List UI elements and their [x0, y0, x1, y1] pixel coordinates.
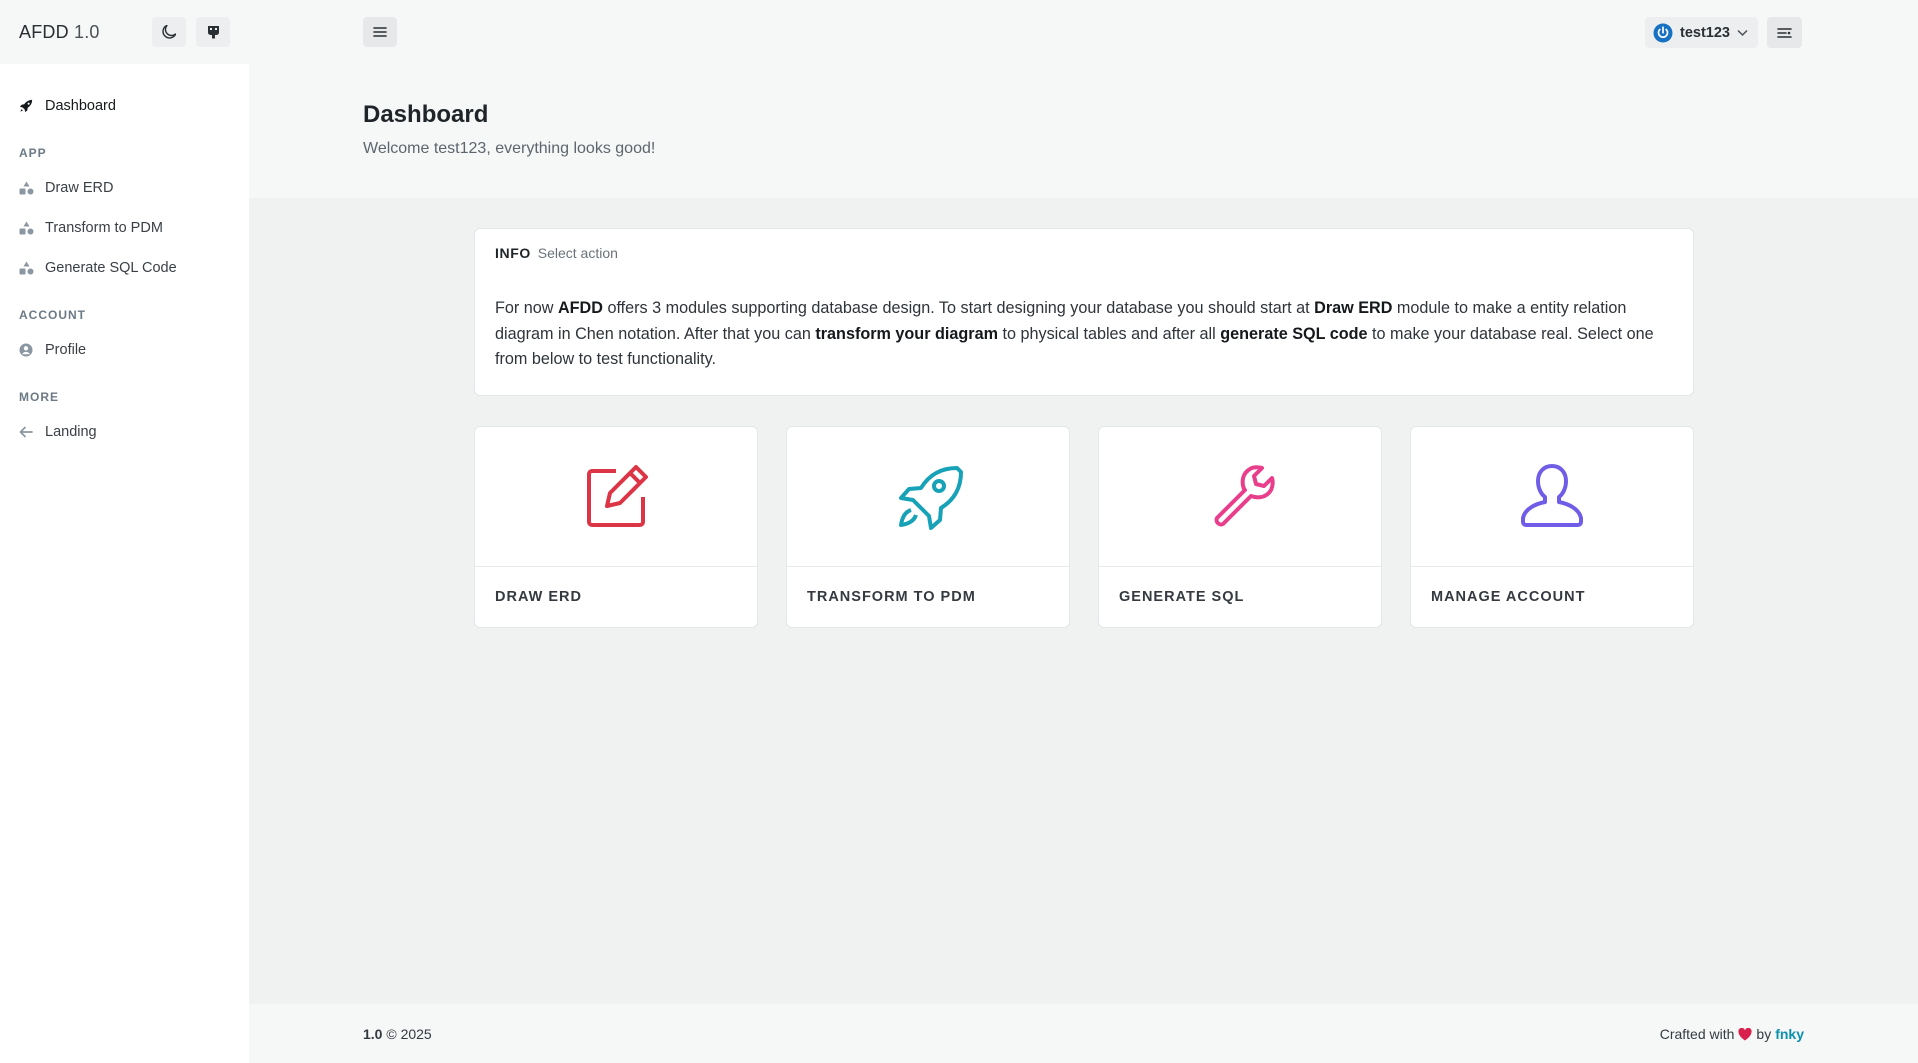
- rocket-icon: [19, 99, 45, 113]
- topbar: test123: [249, 0, 1918, 64]
- info-header: INFO Select action: [495, 245, 618, 261]
- info-text-part: For now: [495, 299, 558, 317]
- shapes-icon: [19, 261, 45, 275]
- user-menu-button[interactable]: test123: [1645, 17, 1758, 48]
- theme-toggle-button[interactable]: [152, 17, 186, 47]
- footer-credits: Crafted with by fnky: [1660, 1026, 1804, 1042]
- options-button[interactable]: [1767, 17, 1802, 48]
- transform-to-pdm-card[interactable]: TRANSFORM TO PDM: [786, 426, 1070, 628]
- brand-logo[interactable]: AFDD 1.0: [19, 22, 100, 43]
- footer-copyright: 1.0 © 2025: [363, 1026, 432, 1042]
- page-hero: Dashboard Welcome test123, everything lo…: [249, 64, 1918, 198]
- edit-icon: [587, 464, 648, 527]
- card-label: MANAGE ACCOUNT: [1431, 589, 1586, 605]
- moon-icon: [162, 25, 176, 39]
- author-link[interactable]: fnky: [1775, 1026, 1804, 1042]
- card-icon-area: [475, 427, 757, 567]
- nav-heading-app: APP: [19, 146, 47, 160]
- sidebar-header: AFDD 1.0: [0, 0, 249, 64]
- user-icon: [1521, 463, 1583, 527]
- power-icon: [1653, 23, 1673, 42]
- sidebar-item-label: Draw ERD: [45, 180, 114, 196]
- shapes-icon: [19, 181, 45, 195]
- shapes-icon: [19, 221, 45, 235]
- sidebar-item-label: Landing: [45, 424, 97, 440]
- footer-crafted-text: Crafted with: [1659, 1026, 1735, 1042]
- draw-erd-card[interactable]: DRAW ERD: [474, 426, 758, 628]
- page-title: Dashboard: [363, 101, 489, 128]
- info-text-bold: Draw ERD: [1314, 299, 1393, 317]
- sidebar-item-generate-sql-code[interactable]: Generate SQL Code: [0, 248, 249, 288]
- nav-heading-more: MORE: [19, 390, 59, 404]
- sidebar-nav: Dashboard APP Draw ERD Transform to PDM …: [0, 64, 249, 452]
- sidebar-item-label: Dashboard: [45, 98, 116, 114]
- rocket-icon: [899, 465, 963, 530]
- sidebar-toggle-button[interactable]: [363, 17, 397, 47]
- info-text-part: offers 3 modules supporting database des…: [602, 299, 1315, 317]
- info-text-bold: transform your diagram: [815, 324, 998, 343]
- card-label: GENERATE SQL: [1119, 589, 1245, 605]
- github-icon: [207, 26, 219, 39]
- footer-by-text: by: [1756, 1026, 1772, 1042]
- generate-sql-card[interactable]: GENERATE SQL: [1098, 426, 1382, 628]
- brand-version: 1.0: [74, 21, 100, 42]
- welcome-text: Welcome test123, everything looks good!: [363, 140, 656, 157]
- wrench-icon: [1214, 464, 1275, 526]
- github-button[interactable]: [196, 17, 230, 47]
- footer: 1.0 © 2025 Crafted with by fnky: [249, 1004, 1918, 1063]
- info-label: INFO: [495, 245, 531, 261]
- hamburger-icon: [373, 27, 387, 37]
- footer-year: © 2025: [386, 1026, 432, 1042]
- card-label: TRANSFORM TO PDM: [807, 589, 976, 605]
- sidebar-item-transform-to-pdm[interactable]: Transform to PDM: [0, 208, 249, 248]
- heart-icon: [1738, 1027, 1752, 1040]
- arrow-left-icon: [19, 426, 45, 438]
- card-icon-area: [787, 427, 1069, 567]
- sidebar-item-label: Profile: [45, 342, 87, 358]
- nav-heading-account: ACCOUNT: [19, 308, 86, 322]
- info-text: For now AFDD offers 3 modules supporting…: [495, 296, 1675, 373]
- chevron-down-icon: [1737, 29, 1748, 36]
- brand-name: AFDD: [19, 21, 69, 42]
- info-text-part: to physical tables and after all: [997, 324, 1221, 343]
- username-label: test123: [1680, 24, 1730, 41]
- user-circle-icon: [19, 343, 45, 357]
- sidebar-item-label: Transform to PDM: [45, 220, 163, 236]
- manage-account-card[interactable]: MANAGE ACCOUNT: [1410, 426, 1694, 628]
- card-icon-area: [1099, 427, 1381, 567]
- sidebar: AFDD 1.0 Dashboard APP Draw ERD Transfor…: [0, 0, 249, 1063]
- sidebar-item-label: Generate SQL Code: [45, 260, 177, 276]
- info-text-bold: generate SQL code: [1220, 324, 1368, 343]
- card-label: DRAW ERD: [495, 589, 582, 605]
- options-icon: [1777, 27, 1792, 38]
- card-icon-area: [1411, 427, 1693, 567]
- info-block: INFO Select action For now AFDD offers 3…: [474, 228, 1694, 396]
- sidebar-item-dashboard[interactable]: Dashboard: [0, 86, 249, 126]
- sidebar-item-landing[interactable]: Landing: [0, 412, 249, 452]
- info-sub-label: Select action: [537, 245, 618, 261]
- footer-version: 1.0: [363, 1026, 383, 1042]
- sidebar-item-profile[interactable]: Profile: [0, 330, 249, 370]
- sidebar-item-draw-erd[interactable]: Draw ERD: [0, 168, 249, 208]
- info-text-bold: AFDD: [557, 299, 603, 317]
